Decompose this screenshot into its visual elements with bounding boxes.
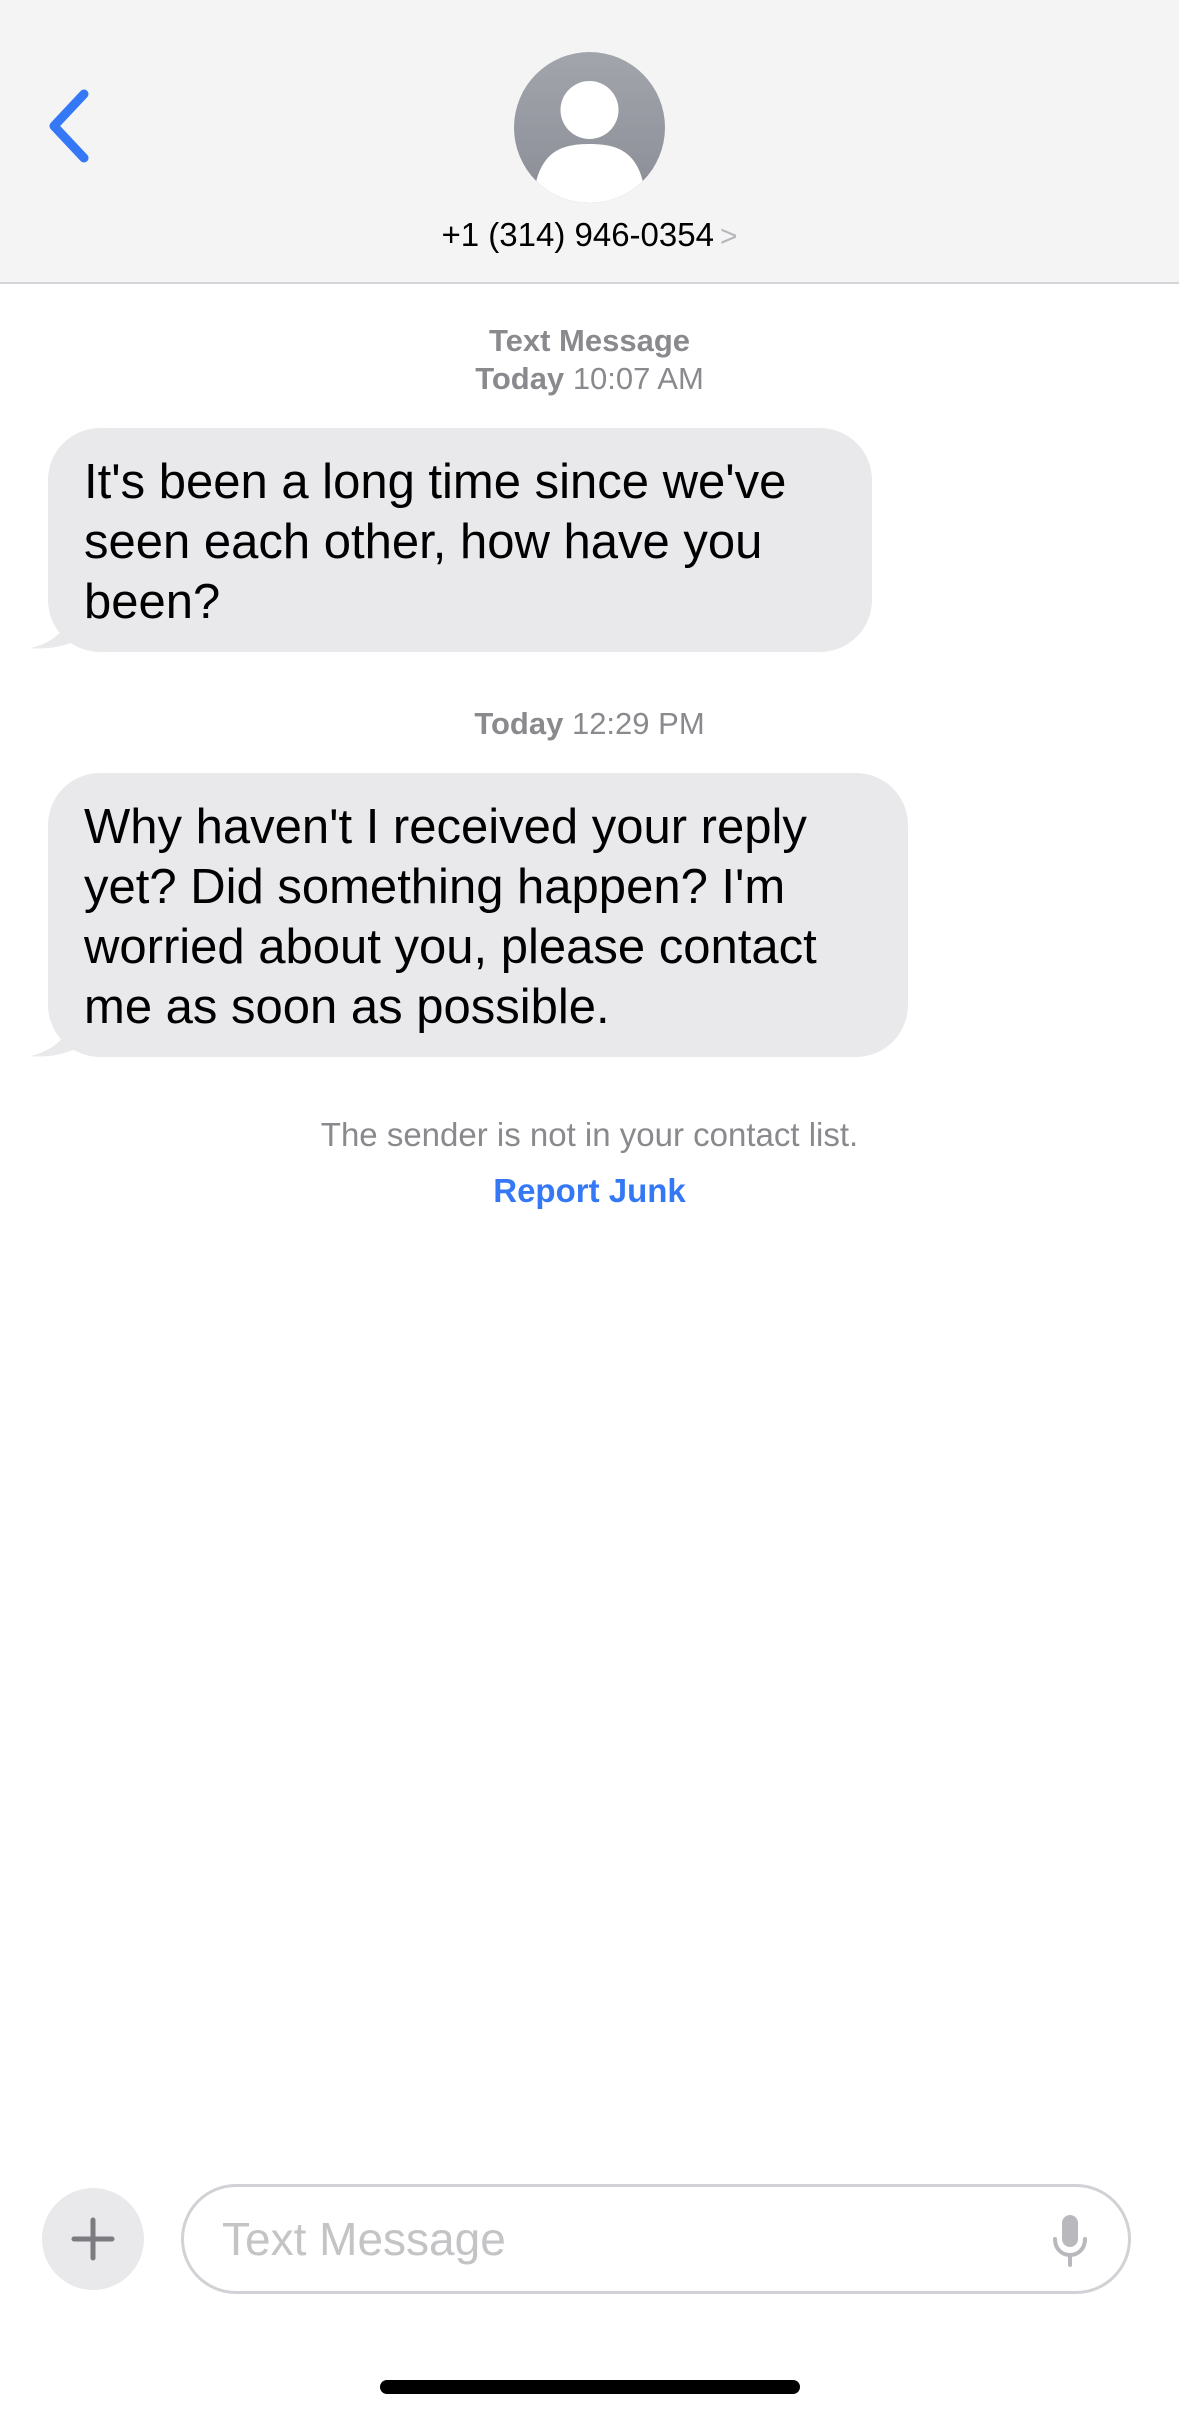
timestamp: Today 12:29 PM <box>0 705 1179 743</box>
contact-name-button[interactable]: +1 (314) 946-0354 > <box>0 216 1179 254</box>
back-button[interactable] <box>38 80 108 170</box>
add-attachment-button[interactable] <box>42 2188 144 2290</box>
message-bubble[interactable]: Why haven't I received your reply yet? D… <box>48 773 908 1057</box>
person-silhouette-icon <box>536 81 643 203</box>
message-input-container[interactable] <box>181 2184 1131 2294</box>
conversation-header: +1 (314) 946-0354 > <box>0 0 1179 284</box>
report-junk-link[interactable]: Report Junk <box>0 1172 1179 1210</box>
service-label: Text Message <box>488 323 690 358</box>
unknown-sender-notice: The sender is not in your contact list. <box>320 1116 859 1153</box>
avatar[interactable] <box>514 52 665 203</box>
message-bubble[interactable]: It's been a long time since we've seen e… <box>48 428 872 652</box>
dictation-button[interactable] <box>1050 2213 1090 2269</box>
message-text: It's been a long time since we've seen e… <box>84 455 787 629</box>
messages-screen: +1 (314) 946-0354 > Text Message Today 10… <box>0 0 1179 2421</box>
microphone-icon <box>1053 2215 1087 2267</box>
message-text: Why haven't I received your reply yet? D… <box>84 800 817 1034</box>
chevron-right-icon: > <box>719 220 738 253</box>
chevron-left-icon <box>49 89 89 163</box>
timestamp-time: 12:29 PM <box>571 706 705 741</box>
timestamp-time: 10:07 AM <box>572 361 704 396</box>
plus-icon <box>71 2217 115 2261</box>
contact-name: +1 (314) 946-0354 <box>441 216 714 253</box>
message-input[interactable] <box>222 2187 1002 2291</box>
home-indicator[interactable] <box>380 2380 800 2394</box>
timestamp-day: Today <box>474 706 564 741</box>
timestamp-day: Today <box>475 361 565 396</box>
timestamp: Today 10:07 AM <box>0 360 1179 398</box>
